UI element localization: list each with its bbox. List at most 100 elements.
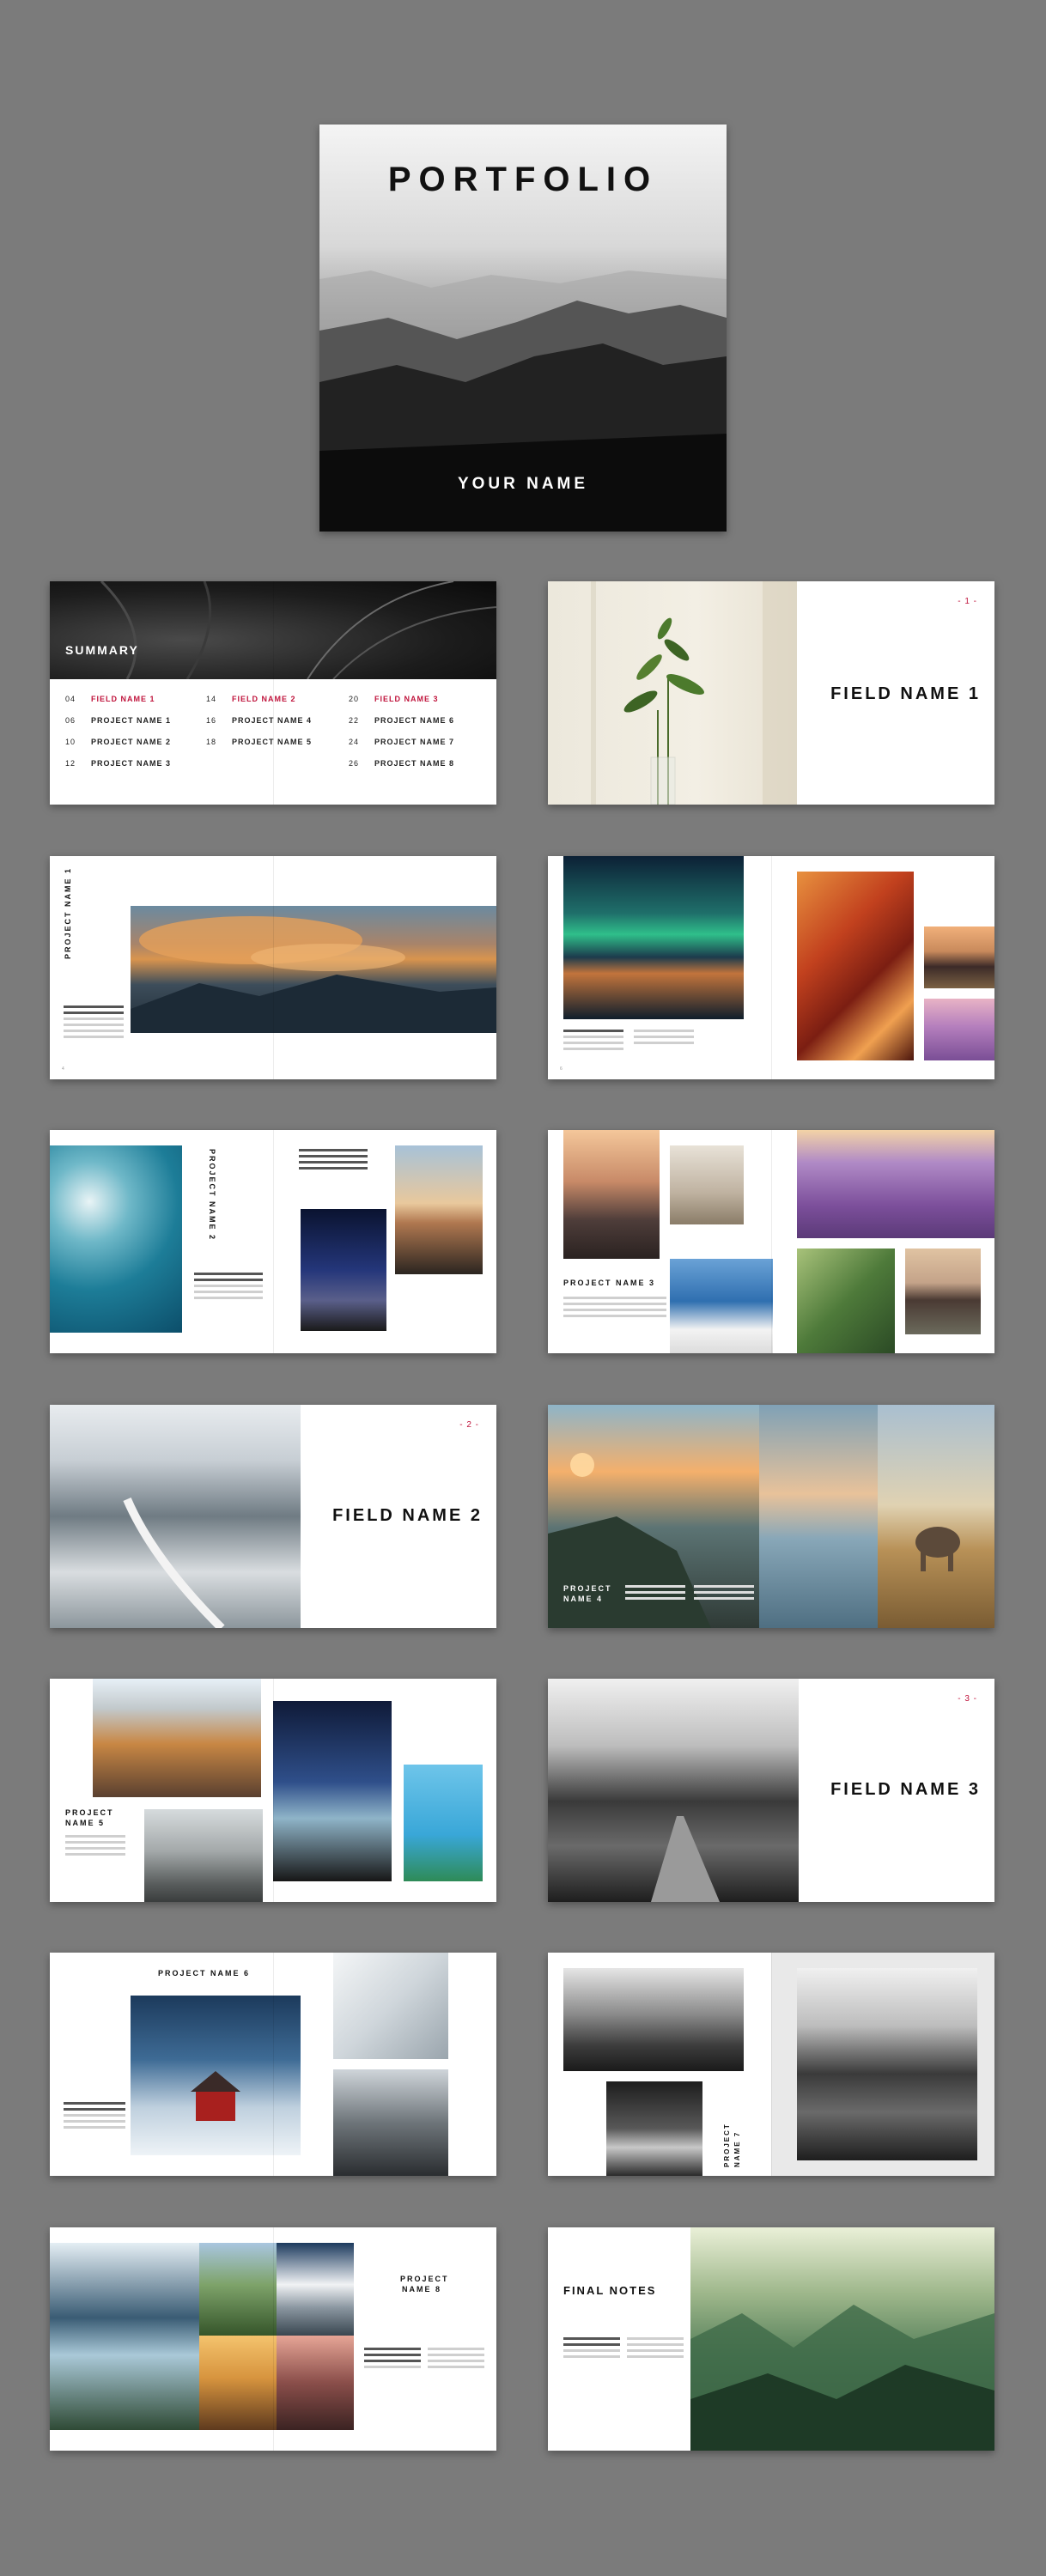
project-title: PROJECT NAME 6 (158, 1969, 251, 1978)
fjord-photo (50, 2243, 199, 2430)
project-title: PROJECT NAME 3 (563, 1279, 656, 1287)
field-2-spread: - 2 - FIELD NAME 2 (50, 1405, 496, 1628)
summary-entry[interactable]: 20 FIELD NAME 3 (349, 695, 439, 703)
lavender-field-photo (797, 1130, 994, 1238)
golden-valley-photo (199, 2336, 277, 2430)
bw-road-photo (797, 1968, 977, 2160)
volcano-photo (905, 1249, 981, 1334)
mountain-photo (924, 927, 994, 988)
project-8-spread: PROJECT NAME 8 (50, 2227, 496, 2451)
body-text (64, 2099, 125, 2132)
summary-entry[interactable]: 04 FIELD NAME 1 (65, 695, 155, 703)
summary-page-number: 20 (349, 695, 360, 703)
page-number: 6 (560, 1066, 563, 1072)
summary-entry[interactable]: 12 PROJECT NAME 3 (65, 759, 171, 768)
plant-photo (548, 581, 797, 805)
cover-title: PORTFOLIO (387, 161, 659, 198)
body-text (65, 1832, 125, 1859)
sunset-photo (395, 1145, 483, 1274)
forest-photo (690, 2227, 994, 2451)
summary-entry[interactable]: 26 PROJECT NAME 8 (349, 759, 454, 768)
reflection-photo (759, 1405, 878, 1628)
desert-photo (670, 1145, 744, 1224)
cover-name: YOUR NAME (457, 475, 589, 493)
page-fold (273, 1130, 274, 1353)
project-7-spread: PROJECT NAME 7 (548, 1953, 994, 2176)
body-text (563, 2334, 620, 2361)
project-1-gallery: 6 (548, 856, 994, 1079)
elephant-photo (878, 1405, 994, 1628)
body-text (625, 1582, 685, 1603)
summary-entry[interactable]: 18 PROJECT NAME 5 (206, 738, 312, 746)
summary-page-number: 12 (65, 759, 76, 768)
field-title: FIELD NAME 2 (332, 1506, 483, 1525)
body-text (428, 2344, 484, 2372)
summary-entry[interactable]: 16 PROJECT NAME 4 (206, 716, 312, 725)
summary-entry-label: FIELD NAME 3 (374, 695, 439, 703)
final-notes-title: FINAL NOTES (563, 2284, 657, 2297)
alps-photo (277, 2243, 354, 2336)
cover-page: PORTFOLIO YOUR NAME (319, 125, 727, 532)
project-title-line1: PROJECT (723, 2123, 731, 2167)
body-text (194, 1269, 263, 1303)
field-title: FIELD NAME 1 (830, 684, 981, 703)
canyon-photo (797, 872, 914, 1060)
body-text (634, 1026, 694, 1048)
palm-photo (404, 1765, 483, 1881)
summary-entry-label: FIELD NAME 2 (232, 695, 296, 703)
beach-night-photo (273, 1701, 392, 1881)
summary-page-number: 10 (65, 738, 76, 746)
summary-heading: SUMMARY (65, 643, 139, 657)
santorini-photo (670, 1259, 773, 1353)
summary-entry[interactable]: 10 PROJECT NAME 2 (65, 738, 171, 746)
page-fold (273, 581, 274, 805)
project-3-spread: PROJECT NAME 3 (548, 1130, 994, 1353)
body-text (299, 1145, 368, 1173)
summary-entry-label: PROJECT NAME 1 (91, 716, 172, 725)
summary-entry-label: PROJECT NAME 4 (232, 716, 313, 725)
road-photo (93, 1679, 261, 1797)
project-title-line2: NAME 8 (402, 2285, 442, 2293)
project-title-line1: PROJECT (563, 1584, 612, 1593)
project-title: PROJECT NAME 1 (64, 866, 72, 959)
aurora-photo (563, 856, 744, 1019)
coast-photo (563, 1130, 660, 1259)
summary-entry-label: PROJECT NAME 5 (232, 738, 313, 746)
page-fold (273, 1953, 274, 2176)
project-2-spread: PROJECT NAME 2 (50, 1130, 496, 1353)
summary-page-number: 24 (349, 738, 360, 746)
summary-entry-label: PROJECT NAME 6 (374, 716, 455, 725)
body-text (627, 2334, 684, 2361)
project-4-spread: PROJECT NAME 4 (548, 1405, 994, 1628)
summary-entry[interactable]: 06 PROJECT NAME 1 (65, 716, 171, 725)
green-hills-photo (199, 2243, 277, 2336)
terrace-photo (797, 1249, 895, 1353)
summary-entry-label: PROJECT NAME 7 (374, 738, 455, 746)
summary-page-number: 04 (65, 695, 76, 703)
bw-road-photo (548, 1679, 799, 1902)
volcano-photo (131, 906, 496, 1033)
page-fold (273, 2227, 274, 2451)
summary-entry[interactable]: 14 FIELD NAME 2 (206, 695, 296, 703)
page-fold (771, 1130, 772, 1353)
final-notes-spread: FINAL NOTES (548, 2227, 994, 2451)
field-3-spread: - 3 - FIELD NAME 3 (548, 1679, 994, 1902)
summary-entry-label: PROJECT NAME 3 (91, 759, 172, 768)
bw-mountain-photo (563, 1968, 744, 2071)
summary-entry-label: PROJECT NAME 8 (374, 759, 455, 768)
night-sky-photo (301, 1209, 386, 1331)
body-text (563, 1026, 623, 1054)
body-text (694, 1582, 754, 1603)
project-6-spread: PROJECT NAME 6 (50, 1953, 496, 2176)
summary-entry-label: FIELD NAME 1 (91, 695, 155, 703)
summary-entry-label: PROJECT NAME 2 (91, 738, 172, 746)
project-title-line2: NAME 5 (65, 1819, 106, 1827)
body-text (364, 2344, 421, 2372)
summary-entry[interactable]: 22 PROJECT NAME 6 (349, 716, 454, 725)
summary-entry[interactable]: 24 PROJECT NAME 7 (349, 738, 454, 746)
project-title-line1: PROJECT (65, 1808, 114, 1817)
lavender-photo (924, 999, 994, 1060)
field-number: - 2 - (459, 1420, 479, 1430)
snow-path-photo (333, 1953, 448, 2059)
snow-forest-photo (50, 1405, 301, 1628)
